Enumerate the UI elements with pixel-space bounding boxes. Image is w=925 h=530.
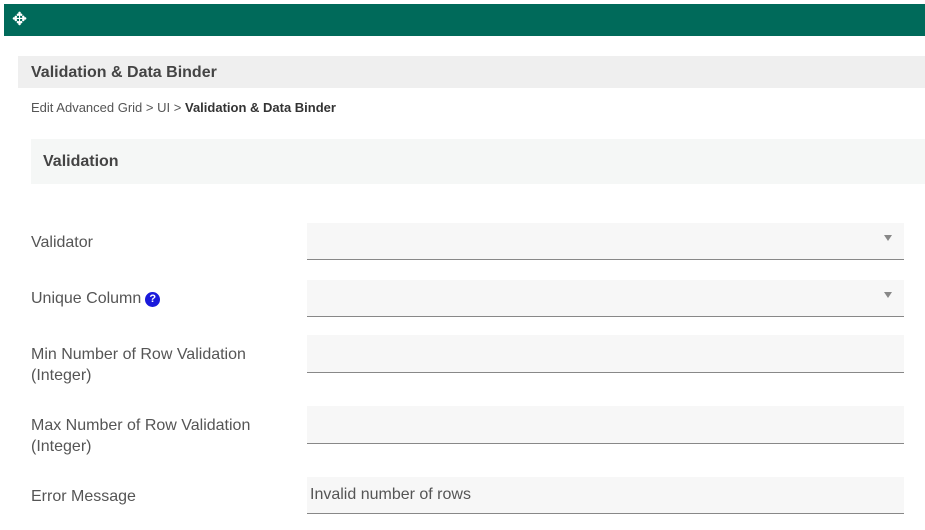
error-message-label: Error Message bbox=[31, 488, 136, 505]
breadcrumb-separator: > bbox=[173, 100, 182, 115]
breadcrumb: Edit Advanced Grid > UI > Validation & D… bbox=[31, 100, 336, 115]
max-rows-input[interactable] bbox=[307, 406, 904, 444]
max-rows-label-line1: Max Number of Row Validation bbox=[31, 417, 251, 434]
min-rows-label-line1: Min Number of Row Validation bbox=[31, 346, 246, 363]
chevron-down-icon bbox=[884, 235, 892, 241]
top-bar: ✥ bbox=[4, 4, 925, 36]
chevron-down-icon bbox=[884, 292, 892, 298]
min-rows-label: Min Number of Row Validation (Integer) bbox=[31, 344, 246, 386]
min-rows-label-line2: (Integer) bbox=[31, 367, 92, 384]
min-rows-input[interactable] bbox=[307, 335, 904, 373]
validator-label: Validator bbox=[31, 234, 93, 251]
breadcrumb-ui[interactable]: UI bbox=[157, 100, 170, 115]
page-header: Validation & Data Binder bbox=[18, 56, 925, 88]
unique-column-label-text: Unique Column bbox=[31, 290, 142, 307]
breadcrumb-separator: > bbox=[145, 100, 154, 115]
max-rows-label: Max Number of Row Validation (Integer) bbox=[31, 415, 250, 457]
max-rows-label-line2: (Integer) bbox=[31, 438, 92, 455]
section-title: Validation bbox=[43, 153, 119, 170]
breadcrumb-current: Validation & Data Binder bbox=[184, 100, 336, 115]
unique-column-label: Unique Column? bbox=[31, 288, 161, 309]
help-icon[interactable]: ? bbox=[145, 292, 161, 307]
section-header: Validation bbox=[31, 139, 925, 184]
move-icon[interactable]: ✥ bbox=[12, 10, 27, 28]
unique-column-select[interactable] bbox=[307, 280, 904, 317]
page-title: Validation & Data Binder bbox=[31, 64, 217, 81]
breadcrumb-edit-advanced-grid[interactable]: Edit Advanced Grid bbox=[31, 100, 142, 115]
error-message-input[interactable] bbox=[307, 477, 904, 514]
validator-select[interactable] bbox=[307, 223, 904, 260]
